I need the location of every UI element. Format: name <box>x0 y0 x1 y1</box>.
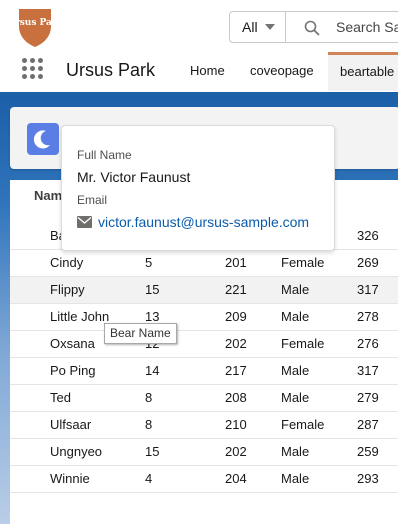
cell-age: 15 <box>145 276 225 304</box>
cell-height: 217 <box>225 357 281 385</box>
table-row[interactable]: Winnie 4 204 Male 293 <box>10 465 398 493</box>
table-row[interactable]: Ungnyeo 15 202 Male 259 <box>10 438 398 466</box>
cell-name[interactable]: Cindy <box>10 249 145 277</box>
cell-height: 209 <box>225 303 281 331</box>
cell-name[interactable]: Winnie <box>10 465 145 493</box>
cell-sex: Male <box>281 276 357 304</box>
email-label: Email <box>77 193 108 207</box>
cell-sex: Male <box>281 465 357 493</box>
column-header-name[interactable]: Nam <box>34 188 62 203</box>
full-name-label: Full Name <box>77 148 132 162</box>
cell-sex: Female <box>281 330 357 358</box>
cell-age: 8 <box>145 411 225 439</box>
table-row[interactable]: Flippy 15 221 Male 317 <box>10 276 398 304</box>
cell-name[interactable]: Flippy <box>10 276 145 304</box>
table-row[interactable]: Ted 8 208 Male 279 <box>10 384 398 412</box>
cell-name[interactable]: Ungnyeo <box>10 438 145 466</box>
cell-name[interactable]: Ulfsaar <box>10 411 145 439</box>
cell-sex: Male <box>281 384 357 412</box>
ursus-park-logo[interactable]: Ursus Park <box>16 6 54 48</box>
cell-height: 201 <box>225 249 281 277</box>
search-input[interactable] <box>336 12 398 42</box>
app-launcher-icon[interactable] <box>22 58 44 80</box>
tab-beartable[interactable]: beartable <box>328 52 398 91</box>
cell-height: 202 <box>225 330 281 358</box>
bear-object-icon <box>27 123 59 155</box>
cell-weight: 287 <box>357 411 398 439</box>
table-row[interactable]: Little John 13 209 Male 278 <box>10 303 398 331</box>
search-scope-value: All <box>242 19 258 35</box>
logo-text-1: Ursus Park <box>16 18 54 28</box>
bear-name-tooltip: Bear Name <box>104 323 177 344</box>
chevron-down-icon <box>265 24 275 30</box>
cell-height: 210 <box>225 411 281 439</box>
cell-weight: 326 <box>357 222 398 250</box>
mail-icon <box>77 216 92 228</box>
cell-sex: Female <box>281 411 357 439</box>
table-row[interactable]: Oxsana 12 202 Female 276 <box>10 330 398 358</box>
cell-age: 14 <box>145 357 225 385</box>
table-row[interactable]: Cindy 5 201 Female 269 <box>10 249 398 277</box>
cell-height: 221 <box>225 276 281 304</box>
table-row[interactable]: Po Ping 14 217 Male 317 <box>10 357 398 385</box>
search-icon <box>304 20 320 36</box>
cell-height: 202 <box>225 438 281 466</box>
cell-weight: 276 <box>357 330 398 358</box>
cell-weight: 293 <box>357 465 398 493</box>
cell-sex: Female <box>281 249 357 277</box>
owner-hovercard: Full Name Mr. Victor Faunust Email victo… <box>61 125 335 251</box>
cell-age: 4 <box>145 465 225 493</box>
cell-weight: 279 <box>357 384 398 412</box>
cell-weight: 269 <box>357 249 398 277</box>
moon-icon <box>33 130 50 149</box>
cell-height: 204 <box>225 465 281 493</box>
email-link[interactable]: victor.faunust@ursus-sample.com <box>98 214 309 230</box>
cell-age: 15 <box>145 438 225 466</box>
global-search: All <box>229 11 398 43</box>
cell-weight: 317 <box>357 276 398 304</box>
cell-name[interactable]: Ted <box>10 384 145 412</box>
cell-sex: Male <box>281 357 357 385</box>
bear-table: Ba 326 Cindy 5 201 Female 269 Flippy 15 … <box>10 222 398 493</box>
global-header: Ursus Park All Ursus Park Home coveopage… <box>0 0 398 92</box>
search-scope-select[interactable]: All <box>230 12 286 42</box>
cell-weight: 317 <box>357 357 398 385</box>
cell-sex: Male <box>281 438 357 466</box>
cell-sex: Male <box>281 303 357 331</box>
cell-weight: 259 <box>357 438 398 466</box>
cell-age: 5 <box>145 249 225 277</box>
app-name: Ursus Park <box>66 60 156 80</box>
tab-home[interactable]: Home <box>178 52 237 91</box>
table-row[interactable]: Ulfsaar 8 210 Female 287 <box>10 411 398 439</box>
tab-coveopage[interactable]: coveopage <box>238 52 326 91</box>
cell-weight: 278 <box>357 303 398 331</box>
cell-age: 8 <box>145 384 225 412</box>
full-name-value: Mr. Victor Faunust <box>77 169 191 185</box>
cell-height: 208 <box>225 384 281 412</box>
cell-name[interactable]: Po Ping <box>10 357 145 385</box>
